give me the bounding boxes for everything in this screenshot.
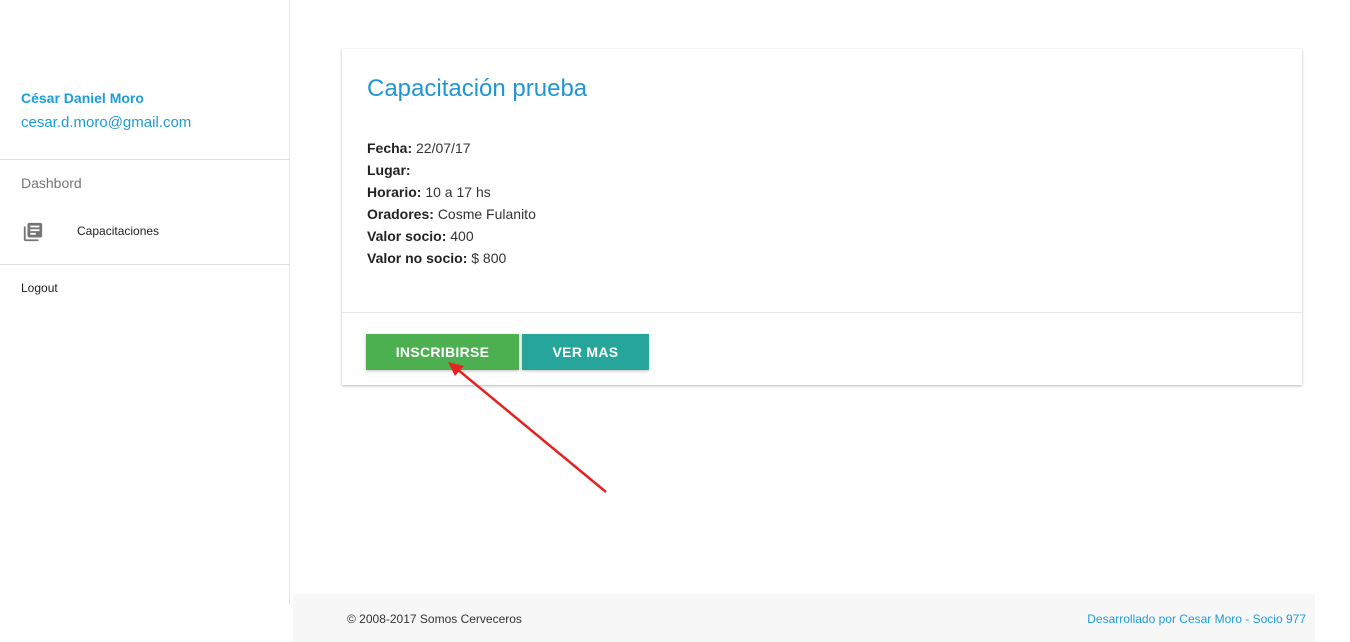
detail-oradores: Oradores: Cosme Fulanito <box>367 203 536 225</box>
card-title: Capacitación prueba <box>367 75 588 102</box>
detail-label: Lugar: <box>367 162 411 178</box>
library-books-icon <box>23 222 43 242</box>
detail-label: Horario: <box>367 184 422 200</box>
detail-valor-no-socio: Valor no socio: $ 800 <box>367 247 536 269</box>
user-email: cesar.d.moro@gmail.com <box>21 114 192 131</box>
detail-label: Valor no socio: <box>367 250 468 266</box>
inscribe-button[interactable]: INSCRIBIRSE <box>366 334 519 370</box>
copyright-text: © 2008-2017 Somos Cerveceros <box>347 612 522 626</box>
sidebar-divider <box>0 159 289 160</box>
detail-value: 22/07/17 <box>416 140 471 156</box>
detail-horario: Horario: 10 a 17 hs <box>367 181 536 203</box>
sidebar-item-label: Capacitaciones <box>77 224 160 238</box>
detail-lugar: Lugar: <box>367 159 536 181</box>
sidebar: César Daniel Moro cesar.d.moro@gmail.com… <box>0 0 290 604</box>
sidebar-divider <box>0 264 289 265</box>
logout-link[interactable]: Logout <box>21 281 58 295</box>
sidebar-item-capacitaciones[interactable]: Capacitaciones <box>0 214 289 250</box>
sidebar-section-dashboard: Dashbord <box>21 175 82 191</box>
detail-fecha: Fecha: 22/07/17 <box>367 137 536 159</box>
detail-value: Cosme Fulanito <box>437 206 536 222</box>
developer-link[interactable]: Desarrollado por Cesar Moro - Socio 977 <box>1087 612 1306 626</box>
detail-value: 10 a 17 hs <box>425 184 491 200</box>
see-more-button[interactable]: VER MAS <box>522 334 649 370</box>
detail-value: $ 800 <box>471 250 507 266</box>
detail-valor-socio: Valor socio: 400 <box>367 225 536 247</box>
user-name: César Daniel Moro <box>21 90 144 106</box>
detail-label: Valor socio: <box>367 228 447 244</box>
detail-label: Oradores: <box>367 206 434 222</box>
training-details: Fecha: 22/07/17 Lugar: Horario: 10 a 17 … <box>367 137 536 269</box>
card-actions: INSCRIBIRSE VER MAS <box>342 312 1302 386</box>
detail-value: 400 <box>450 228 474 244</box>
footer: © 2008-2017 Somos Cerveceros Desarrollad… <box>293 594 1315 642</box>
training-card: Capacitación prueba Fecha: 22/07/17 Luga… <box>342 49 1302 385</box>
detail-label: Fecha: <box>367 140 413 156</box>
